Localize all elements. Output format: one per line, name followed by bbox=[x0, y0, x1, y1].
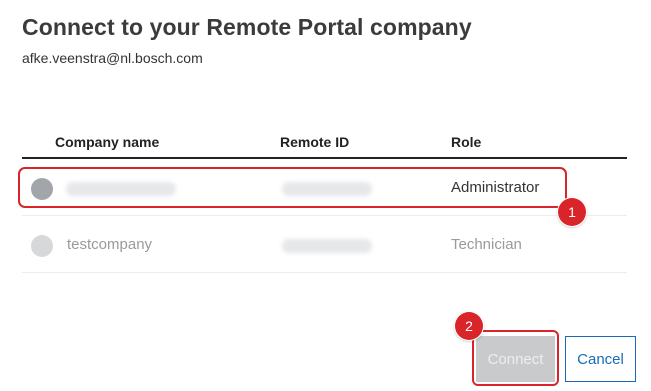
radio-button[interactable] bbox=[31, 235, 53, 257]
annotation-highlight-row bbox=[18, 167, 567, 208]
annotation-step-badge: 1 bbox=[558, 198, 586, 226]
table-row[interactable]: testcompany Technician bbox=[22, 216, 627, 273]
table-header: Company name Remote ID Role bbox=[22, 124, 627, 159]
column-header-company-name: Company name bbox=[55, 134, 160, 150]
connect-button[interactable]: Connect bbox=[476, 336, 555, 382]
column-header-remote-id: Remote ID bbox=[280, 134, 350, 150]
annotation-step-badge: 2 bbox=[455, 312, 483, 340]
redacted-remote-id bbox=[282, 239, 372, 253]
connect-dialog: Connect to your Remote Portal company af… bbox=[0, 0, 651, 391]
row-company-name: testcompany bbox=[67, 236, 153, 253]
row-role: Technician bbox=[451, 236, 522, 253]
dialog-title: Connect to your Remote Portal company bbox=[22, 14, 472, 40]
column-header-role: Role bbox=[451, 134, 482, 150]
user-email: afke.veenstra@nl.bosch.com bbox=[22, 50, 203, 66]
cancel-button[interactable]: Cancel bbox=[565, 336, 636, 382]
